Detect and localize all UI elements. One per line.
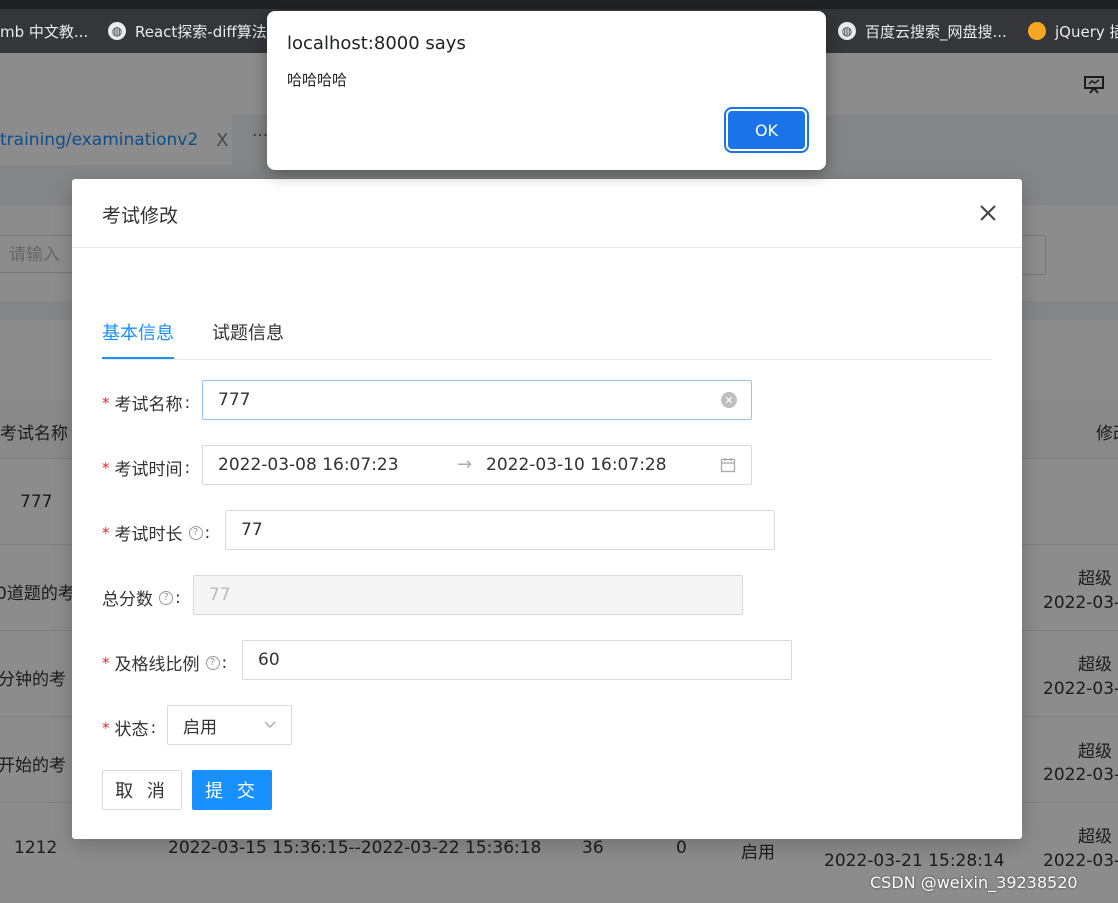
required-mark: * — [102, 653, 110, 672]
range-end[interactable]: 2022-03-10 16:07:28 — [486, 455, 667, 475]
browser-alert-dialog: localhost:8000 says 哈哈哈哈 OK — [267, 11, 826, 170]
form-label-status: * 状态: — [102, 717, 157, 741]
required-mark: * — [102, 393, 110, 412]
form-label-duration: * 考试时长 ?: — [102, 522, 211, 546]
bookmark-item[interactable]: jQuery 插 — [1028, 9, 1118, 53]
calendar-icon — [720, 458, 736, 473]
browser-top-strip — [0, 0, 1118, 9]
required-mark: * — [102, 458, 110, 477]
exam-edit-modal: 考试修改 基本信息 试题信息 * 考试名称: 777 ✕ * 考试时间: 202… — [72, 179, 1022, 839]
status-select[interactable]: 启用 — [167, 705, 292, 745]
bookmark-item[interactable]: mb 中文教... — [0, 9, 88, 53]
arrow-right-icon: → — [457, 454, 473, 475]
required-mark: * — [102, 718, 110, 737]
form-label-time: * 考试时间: — [102, 457, 191, 481]
form-label-name: * 考试名称: — [102, 392, 191, 416]
exam-time-range-picker[interactable]: 2022-03-08 16:07:23 → 2022-03-10 16:07:2… — [202, 445, 752, 485]
watermark: CSDN @weixin_39238520 — [870, 873, 1078, 892]
bookmark-item[interactable]: ◍ 百度云搜索_网盘搜... — [838, 9, 1007, 53]
bookmark-label: 百度云搜索_网盘搜... — [865, 22, 1007, 41]
modal-tabs: 基本信息 试题信息 — [102, 319, 992, 360]
exam-name-input[interactable]: 777 ✕ — [202, 380, 752, 420]
cancel-button[interactable]: 取 消 — [102, 770, 182, 810]
clear-icon[interactable]: ✕ — [721, 392, 737, 408]
close-icon[interactable] — [976, 201, 1000, 225]
chevron-down-icon — [264, 721, 276, 728]
tab-question-info[interactable]: 试题信息 — [212, 319, 284, 359]
alert-title: localhost:8000 says — [287, 33, 466, 54]
bookmark-label: React探索-diff算法 — [135, 22, 267, 41]
range-start[interactable]: 2022-03-08 16:07:23 — [218, 455, 399, 475]
modal-title: 考试修改 — [102, 205, 179, 227]
bookmark-label: mb 中文教... — [0, 22, 89, 41]
question-circle-icon[interactable]: ? — [159, 590, 173, 605]
alert-message: 哈哈哈哈 — [287, 71, 348, 89]
modal-header: 考试修改 — [72, 179, 1022, 248]
form-label-total: 总分数 ?: — [102, 587, 181, 611]
alert-ok-button[interactable]: OK — [728, 111, 805, 149]
pass-ratio-input[interactable]: 60 — [242, 640, 792, 680]
question-circle-icon[interactable]: ? — [205, 655, 220, 670]
exam-duration-input[interactable]: 77 — [225, 510, 775, 550]
globe-icon: ◍ — [838, 22, 856, 40]
bookmark-label: jQuery 插 — [1055, 22, 1118, 41]
globe-icon: ◍ — [108, 22, 126, 40]
question-circle-icon[interactable]: ? — [188, 525, 203, 540]
submit-button[interactable]: 提 交 — [192, 770, 272, 810]
bookmark-item[interactable]: ◍ React探索-diff算法 — [108, 9, 267, 53]
total-score-input: 77 — [193, 575, 743, 615]
tab-basic-info[interactable]: 基本信息 — [102, 319, 174, 359]
required-mark: * — [102, 523, 110, 542]
jquery-icon — [1028, 22, 1046, 40]
form-label-pass-ratio: * 及格线比例 ?: — [102, 652, 228, 676]
